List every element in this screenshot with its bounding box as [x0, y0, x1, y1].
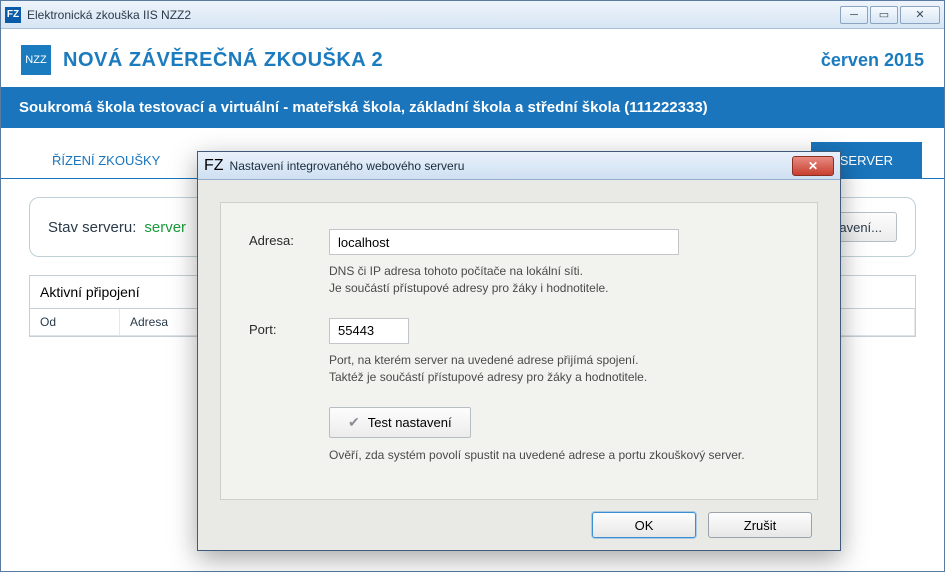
address-help: DNS či IP adresa tohoto počítače na loká… [329, 263, 789, 298]
window-close-button[interactable]: ✕ [900, 6, 940, 24]
period-label: červen 2015 [821, 50, 924, 71]
port-label: Port: [249, 318, 329, 337]
address-input[interactable] [329, 229, 679, 255]
port-input[interactable] [329, 318, 409, 344]
dialog-buttons: OK Zrušit [220, 500, 818, 538]
minimize-icon: ─ [850, 9, 858, 21]
dialog-close-button[interactable]: ✕ [792, 156, 834, 176]
port-row: Port: [249, 318, 789, 344]
test-button-row: ✔ Test nastavení [329, 407, 789, 438]
server-status-value: server [144, 219, 186, 236]
tab-management[interactable]: ŘÍZENÍ ZKOUŠKY [23, 142, 189, 178]
dialog-titlebar: FZ Nastavení integrovaného webového serv… [198, 152, 840, 180]
dialog-form: Adresa: DNS či IP adresa tohoto počítače… [220, 202, 818, 500]
brand-title: NOVÁ ZÁVĚREČNÁ ZKOUŠKA 2 [63, 49, 383, 72]
test-settings-label: Test nastavení [368, 415, 452, 430]
dialog-body: Adresa: DNS či IP adresa tohoto počítače… [198, 180, 840, 550]
school-bar: Soukromá škola testovací a virtuální - m… [1, 87, 944, 128]
connections-col-from[interactable]: Od [30, 309, 120, 335]
maximize-button[interactable]: ▭ [870, 6, 898, 24]
dialog-ok-button[interactable]: OK [592, 512, 696, 538]
close-icon: ✕ [915, 8, 924, 21]
dialog-title: Nastavení integrovaného webového serveru [230, 159, 465, 173]
brand-logo: NZZ [21, 45, 51, 75]
address-row: Adresa: [249, 229, 789, 255]
minimize-button[interactable]: ─ [840, 6, 868, 24]
main-window: FZ Elektronická zkouška IIS NZZ2 ─ ▭ ✕ N… [0, 0, 945, 572]
server-settings-dialog: FZ Nastavení integrovaného webového serv… [197, 151, 841, 551]
close-icon: ✕ [808, 159, 818, 173]
test-settings-button[interactable]: ✔ Test nastavení [329, 407, 471, 438]
check-icon: ✔ [348, 414, 360, 431]
brand-row: NZZ NOVÁ ZÁVĚREČNÁ ZKOUŠKA 2 červen 2015 [1, 29, 944, 87]
port-help: Port, na kterém server na uvedené adrese… [329, 352, 789, 387]
server-status-label: Stav serveru: [48, 219, 136, 236]
window-controls: ─ ▭ ✕ [840, 6, 940, 24]
maximize-icon: ▭ [879, 8, 889, 21]
test-help: Ověří, zda systém povolí spustit na uved… [329, 448, 789, 462]
dialog-app-icon: FZ [204, 157, 224, 175]
window-titlebar: FZ Elektronická zkouška IIS NZZ2 ─ ▭ ✕ [1, 1, 944, 29]
window-title: Elektronická zkouška IIS NZZ2 [27, 8, 191, 22]
address-label: Adresa: [249, 229, 329, 248]
app-icon: FZ [5, 7, 21, 23]
dialog-cancel-button[interactable]: Zrušit [708, 512, 812, 538]
